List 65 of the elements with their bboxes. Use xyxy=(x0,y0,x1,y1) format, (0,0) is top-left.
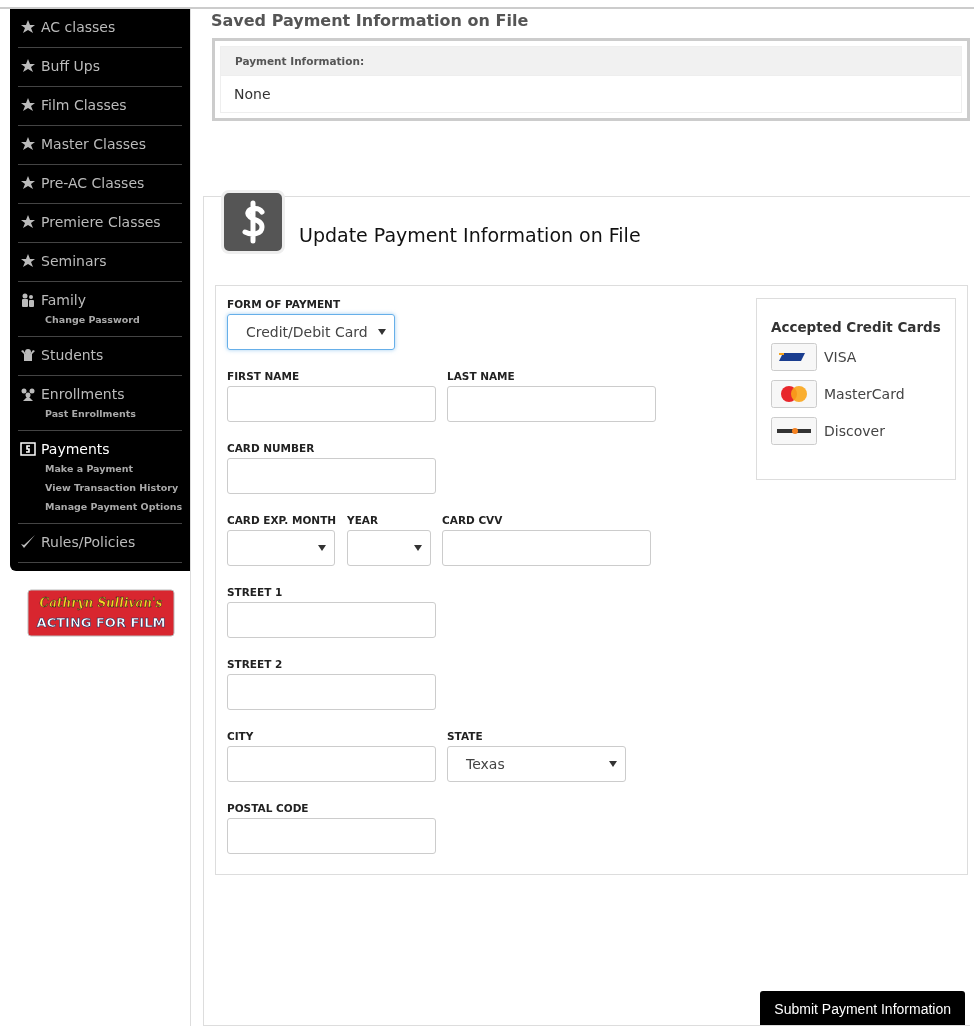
input-field[interactable] xyxy=(227,818,436,854)
star-icon xyxy=(20,253,36,269)
input-field[interactable] xyxy=(227,674,436,710)
input-field[interactable] xyxy=(442,530,652,566)
star-icon xyxy=(20,97,36,113)
input-field[interactable] xyxy=(227,386,436,422)
table-header: Payment Information: xyxy=(220,46,962,76)
input-field[interactable] xyxy=(227,602,436,638)
star-icon xyxy=(20,175,36,191)
dollar-icon xyxy=(20,441,36,457)
caret-icon xyxy=(414,545,423,551)
card-name: VISA xyxy=(824,349,857,365)
student-icon xyxy=(20,347,36,363)
sidebar-item[interactable]: Students xyxy=(20,341,182,369)
group-icon xyxy=(20,386,36,402)
acting-for-film-logo: Cathryn Sullivan's ACTING FOR FILM xyxy=(27,589,175,637)
sidebar-item[interactable]: Master Classes xyxy=(20,130,182,158)
field-label: STREET 2 xyxy=(227,658,284,670)
dollar-badge-icon xyxy=(221,190,285,254)
star-icon xyxy=(20,19,36,35)
check-icon xyxy=(20,534,36,550)
field-label: CARD EXP. MONTH xyxy=(227,514,337,526)
sidebar-item[interactable]: Seminars xyxy=(20,247,182,275)
sidebar-subitem[interactable]: Manage Payment Options xyxy=(45,496,182,517)
sidebar-item[interactable]: Pre-AC Classes xyxy=(20,169,182,197)
caret-icon xyxy=(318,545,326,551)
field-label: CARD CVV xyxy=(442,514,504,526)
table-cell: None xyxy=(220,76,962,113)
sidebar-item[interactable]: Rules/Policies xyxy=(20,528,182,556)
card-name: Discover xyxy=(824,423,885,439)
select-field[interactable]: Texas xyxy=(447,746,626,782)
sidebar-item[interactable]: Buff Ups xyxy=(20,52,182,80)
card-name: MasterCard xyxy=(824,386,905,402)
select-field[interactable] xyxy=(347,530,432,566)
field-label: YEAR xyxy=(347,514,380,526)
section-title: Saved Payment Information on File xyxy=(211,11,530,30)
section-title: Update Payment Information on File xyxy=(299,223,641,246)
sidebar-item[interactable]: Premiere Classes xyxy=(20,208,182,236)
select-field[interactable]: Credit/Debit Card xyxy=(227,314,395,350)
panel-title: Accepted Credit Cards xyxy=(771,319,941,335)
family-icon xyxy=(20,292,36,308)
star-icon xyxy=(20,214,36,230)
sidebar-item[interactable]: Film Classes xyxy=(20,91,182,119)
caret-icon xyxy=(609,761,617,767)
input-field[interactable] xyxy=(227,458,436,494)
submit-button[interactable]: Submit Payment Information xyxy=(760,991,965,1025)
field-label: STREET 1 xyxy=(227,586,284,598)
card-logo-icon xyxy=(771,380,817,408)
caret-icon xyxy=(378,329,386,335)
field-label: FORM OF PAYMENT xyxy=(227,298,342,310)
field-label: STATE xyxy=(447,730,484,742)
select-field[interactable] xyxy=(227,530,335,566)
card-logo-icon xyxy=(771,343,817,371)
field-label: FIRST NAME xyxy=(227,370,301,382)
card-logo-icon xyxy=(771,417,817,445)
field-label: CARD NUMBER xyxy=(227,442,316,454)
star-icon xyxy=(20,58,36,74)
star-icon xyxy=(20,136,36,152)
field-label: LAST NAME xyxy=(447,370,516,382)
input-field[interactable] xyxy=(447,386,656,422)
sidebar-item[interactable]: AC classes xyxy=(20,13,182,41)
sidebar-subitem[interactable]: View Transaction History xyxy=(45,477,182,498)
input-field[interactable] xyxy=(227,746,436,782)
field-label: CITY xyxy=(227,730,255,742)
field-label: POSTAL CODE xyxy=(227,802,310,814)
